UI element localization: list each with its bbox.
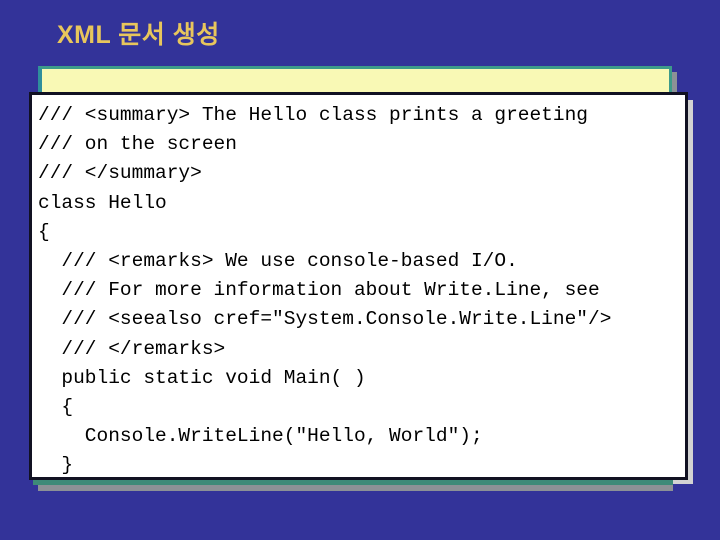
code-block-text: /// <summary> The Hello class prints a g… [38, 104, 612, 477]
code-block-underline-gray [38, 485, 673, 491]
page-title: XML 문서 생성 [57, 21, 220, 49]
banner-text [42, 69, 669, 77]
code-block: /// <summary> The Hello class prints a g… [29, 92, 688, 480]
slide-canvas: XML 문서 생성 /// <summary> The Hello class … [0, 0, 720, 540]
